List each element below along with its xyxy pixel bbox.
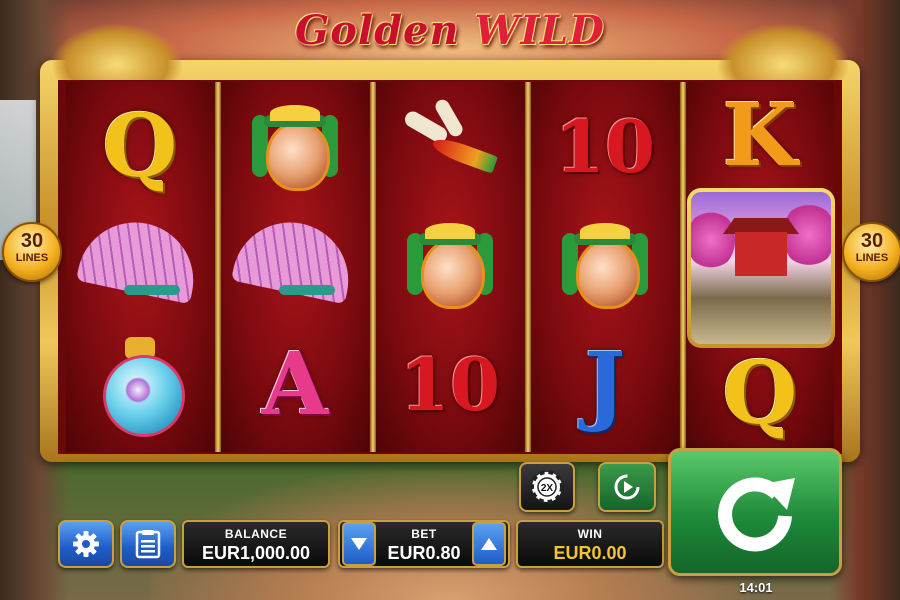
lines-badge-left: 30 LINES xyxy=(2,222,62,282)
symbol-q-letter: Q xyxy=(102,96,178,197)
lines-badge-right: 30 LINES xyxy=(842,222,900,282)
reel-divider xyxy=(680,82,686,452)
lines-label: LINES xyxy=(15,252,49,264)
gamble-button[interactable]: 2X xyxy=(519,462,575,512)
symbol-q: Q xyxy=(70,88,210,206)
lines-count: 30 xyxy=(860,230,884,252)
gear-icon xyxy=(73,531,99,557)
lines-label: LINES xyxy=(855,252,889,264)
frame-ornament-left xyxy=(52,24,182,82)
win-value: EUR0.00 xyxy=(553,543,627,563)
balance-value: EUR1,000.00 xyxy=(201,543,311,563)
symbol-j: J xyxy=(535,326,675,444)
symbol-vase xyxy=(70,326,210,444)
frame-ornament-right xyxy=(718,24,848,82)
symbol-j-letter: J xyxy=(584,334,626,435)
symbol-10-label: 10 xyxy=(399,342,501,427)
bet-increase-button[interactable] xyxy=(472,522,506,566)
replay-icon xyxy=(614,474,640,500)
symbol-pot xyxy=(535,206,675,324)
fan-icon xyxy=(75,211,205,307)
symbol-a: A xyxy=(225,326,365,444)
spin-arrow-icon xyxy=(718,477,795,552)
symbol-pot xyxy=(225,88,365,206)
symbol-k-letter: K xyxy=(722,85,798,186)
gold-pot-icon xyxy=(407,223,493,309)
reel-divider xyxy=(370,82,376,452)
symbol-10-label: 10 xyxy=(554,104,656,189)
triangle-down-icon xyxy=(351,538,367,550)
spin-button[interactable] xyxy=(668,448,842,576)
symbol-k: K xyxy=(690,86,830,186)
logo-word-golden: Golden xyxy=(295,7,460,54)
gold-pot-icon xyxy=(562,223,648,309)
bet-decrease-button[interactable] xyxy=(342,522,376,566)
fan-icon xyxy=(230,211,360,307)
win-label: WIN xyxy=(577,527,603,541)
vase-icon xyxy=(95,333,185,437)
symbol-10: 10 xyxy=(535,88,675,206)
symbol-fan xyxy=(70,206,210,324)
symbol-q-letter: Q xyxy=(722,343,798,444)
svg-text:2X: 2X xyxy=(541,483,554,494)
game-logo: Golden WILD xyxy=(270,4,630,58)
scroll-pepper-icon xyxy=(395,97,505,189)
win-panel: WIN EUR0.00 xyxy=(516,520,664,568)
logo-word-wild: WILD xyxy=(474,7,605,54)
symbol-a-letter: A xyxy=(261,334,329,435)
symbol-scroll xyxy=(380,88,520,206)
paytable-button[interactable] xyxy=(120,520,176,568)
reel-divider xyxy=(215,82,221,452)
settings-button[interactable] xyxy=(58,520,114,568)
symbol-10: 10 xyxy=(380,326,520,444)
clock-time: 14:01 xyxy=(739,580,773,595)
gold-pot-icon xyxy=(252,105,338,191)
symbol-fan xyxy=(225,206,365,324)
triangle-up-icon xyxy=(481,538,497,550)
balance-label: BALANCE xyxy=(224,527,288,541)
list-icon xyxy=(135,530,161,559)
autoplay-button[interactable] xyxy=(598,462,656,512)
chip-2x-icon: 2X xyxy=(530,470,564,504)
symbol-wild-temple xyxy=(687,188,835,348)
temple-scene-icon xyxy=(691,192,831,344)
balance-panel: BALANCE EUR1,000.00 xyxy=(182,520,330,568)
symbol-pot xyxy=(380,206,520,324)
reel-divider xyxy=(525,82,531,452)
lines-count: 30 xyxy=(20,230,44,252)
symbol-q: Q xyxy=(690,340,830,448)
